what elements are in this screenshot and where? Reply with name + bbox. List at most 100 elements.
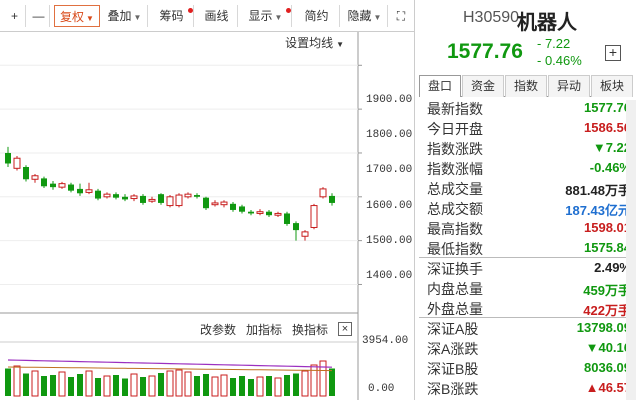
quote-row: 深A涨跌 ▼40.16 xyxy=(423,338,633,358)
quote-row: 指数涨幅 -0.46% xyxy=(423,158,633,178)
y-tick-label: 1800.00 xyxy=(366,129,413,141)
volume-bar-up xyxy=(31,370,39,397)
add-indicator-button[interactable]: 加指标 xyxy=(246,321,282,338)
candle-body-up xyxy=(184,193,192,198)
candle-body-down xyxy=(77,188,83,194)
quote-row: 总成交额 187.43亿元 xyxy=(423,198,633,218)
candle-body-up xyxy=(175,194,183,207)
volume-bar-down xyxy=(140,377,146,396)
kline-chart[interactable]: 设置均线 ▼ 1900.00 1800.00 1700.00 1600.00 15… xyxy=(0,32,414,400)
volume-bar-down xyxy=(284,375,290,396)
volume-bar-up xyxy=(274,377,282,397)
quote-row-value: -0.46% xyxy=(589,160,631,175)
last-price: 1577.76 xyxy=(447,40,523,63)
volume-max-label: 3954.00 xyxy=(362,335,409,347)
draw-line-button[interactable]: 画线 xyxy=(196,5,238,27)
quote-row-value: 1598.01 xyxy=(584,220,631,235)
quote-row-label: 深证换手 xyxy=(427,261,483,277)
simple-mode-button[interactable]: 简约 xyxy=(294,5,340,27)
display-label: 显示 xyxy=(248,9,273,23)
quote-row-label: 总成交量 xyxy=(427,181,483,197)
quote-row-label: 外盘总量 xyxy=(427,301,483,317)
candle-body-down xyxy=(329,195,335,203)
candle-body-up xyxy=(31,175,39,180)
volume-bar-down xyxy=(77,374,83,396)
quote-row: 指数涨跌 ▼7.22 xyxy=(423,138,633,158)
volume-bar-up xyxy=(256,376,264,397)
overlay-label: 叠加 xyxy=(107,9,132,23)
candle-body-down xyxy=(248,211,254,214)
switch-indicator-button[interactable]: 换指标 xyxy=(292,321,328,338)
y-tick-label: 1500.00 xyxy=(366,235,413,247)
candle-body-up xyxy=(166,196,174,207)
caret-down-icon: ▼ xyxy=(336,40,344,49)
volume-bar-down xyxy=(293,373,299,396)
caret-down-icon: ▼ xyxy=(274,13,283,22)
quote-row-value: 187.43亿元 xyxy=(565,203,631,218)
candle-body-up xyxy=(85,189,93,193)
quote-row: 深证A股 13798.09 xyxy=(423,318,633,338)
candle-body-down xyxy=(5,152,11,164)
tab-sectors[interactable]: 板块 xyxy=(591,75,633,97)
quote-row-label: 最低指数 xyxy=(427,241,483,257)
chips-label: 筹码 xyxy=(159,9,184,23)
tab-movements[interactable]: 异动 xyxy=(548,75,590,97)
overlay-dropdown[interactable]: 叠加 ▼ xyxy=(102,5,148,27)
fullscreen-icon[interactable]: ⛶ xyxy=(390,5,412,27)
quote-row-value: 1577.76 xyxy=(584,100,631,115)
hide-dropdown[interactable]: 隐藏 ▼ xyxy=(342,5,388,27)
y-tick-label: 1400.00 xyxy=(366,270,413,282)
quote-row-label: 深证B股 xyxy=(427,361,479,377)
quote-row-value: 881.48万手 xyxy=(565,183,631,198)
ma-settings-label: 设置均线 xyxy=(285,36,334,50)
candle-body-down xyxy=(293,223,299,231)
volume-bar-up xyxy=(103,375,111,397)
quote-row-value: 1586.56 xyxy=(584,120,631,135)
index-name: 机器人 xyxy=(517,12,577,34)
volume-bar-down xyxy=(194,376,200,396)
candle-body-up xyxy=(301,231,309,237)
kline-svg xyxy=(0,32,362,400)
quote-row-label: 最高指数 xyxy=(427,221,483,237)
notification-dot xyxy=(188,8,193,13)
add-watchlist-button[interactable]: + xyxy=(605,45,621,61)
adjust-rights-dropdown[interactable]: 复权 ▼ xyxy=(54,5,100,27)
tab-index[interactable]: 指数 xyxy=(505,75,547,97)
candle-body-up xyxy=(274,212,282,216)
notification-dot xyxy=(286,8,291,13)
volume-bar-down xyxy=(329,368,335,396)
change-params-button[interactable]: 改参数 xyxy=(200,321,236,338)
volume-bar-up xyxy=(184,371,192,397)
scrollbar[interactable] xyxy=(626,100,636,400)
zoom-out-button[interactable]: — xyxy=(28,5,50,27)
volume-bar-up xyxy=(130,373,138,397)
candle-body-down xyxy=(113,194,119,198)
chart-toolbar: + — 复权 ▼ 叠加 ▼ 筹码 画线 显示 ▼ 简约 隐藏 ▼ ⛶ xyxy=(0,0,414,32)
candle-body-down xyxy=(140,195,146,203)
index-code: H30590 xyxy=(463,9,520,26)
quote-row-label: 最新指数 xyxy=(427,101,483,117)
volume-bar-down xyxy=(266,376,272,396)
quote-row: 今日开盘 1586.56 xyxy=(423,118,633,138)
candle-body-up xyxy=(148,198,156,202)
display-dropdown[interactable]: 显示 ▼ xyxy=(240,5,292,27)
volume-bar-up xyxy=(13,365,21,397)
ma-settings-dropdown[interactable]: 设置均线 ▼ xyxy=(285,34,344,51)
quote-row: 外盘总量 422万手 xyxy=(423,298,633,318)
tab-order-book[interactable]: 盘口 xyxy=(419,75,461,97)
volume-bar-down xyxy=(41,376,47,396)
volume-bar-down xyxy=(50,375,56,396)
volume-bar-up xyxy=(85,370,93,397)
caret-down-icon: ▼ xyxy=(373,13,382,22)
volume-bar-up xyxy=(301,370,309,397)
hide-label: 隐藏 xyxy=(347,9,372,23)
volume-bar-down xyxy=(95,378,101,396)
chips-button[interactable]: 筹码 xyxy=(150,5,194,27)
caret-down-icon: ▼ xyxy=(86,14,94,23)
close-icon[interactable]: × xyxy=(338,322,352,336)
zoom-in-button[interactable]: + xyxy=(4,5,26,27)
quote-row-label: 指数涨跌 xyxy=(427,141,483,157)
candle-body-down xyxy=(95,190,101,199)
tab-funds[interactable]: 资金 xyxy=(462,75,504,97)
volume-ma-line xyxy=(7,366,333,372)
